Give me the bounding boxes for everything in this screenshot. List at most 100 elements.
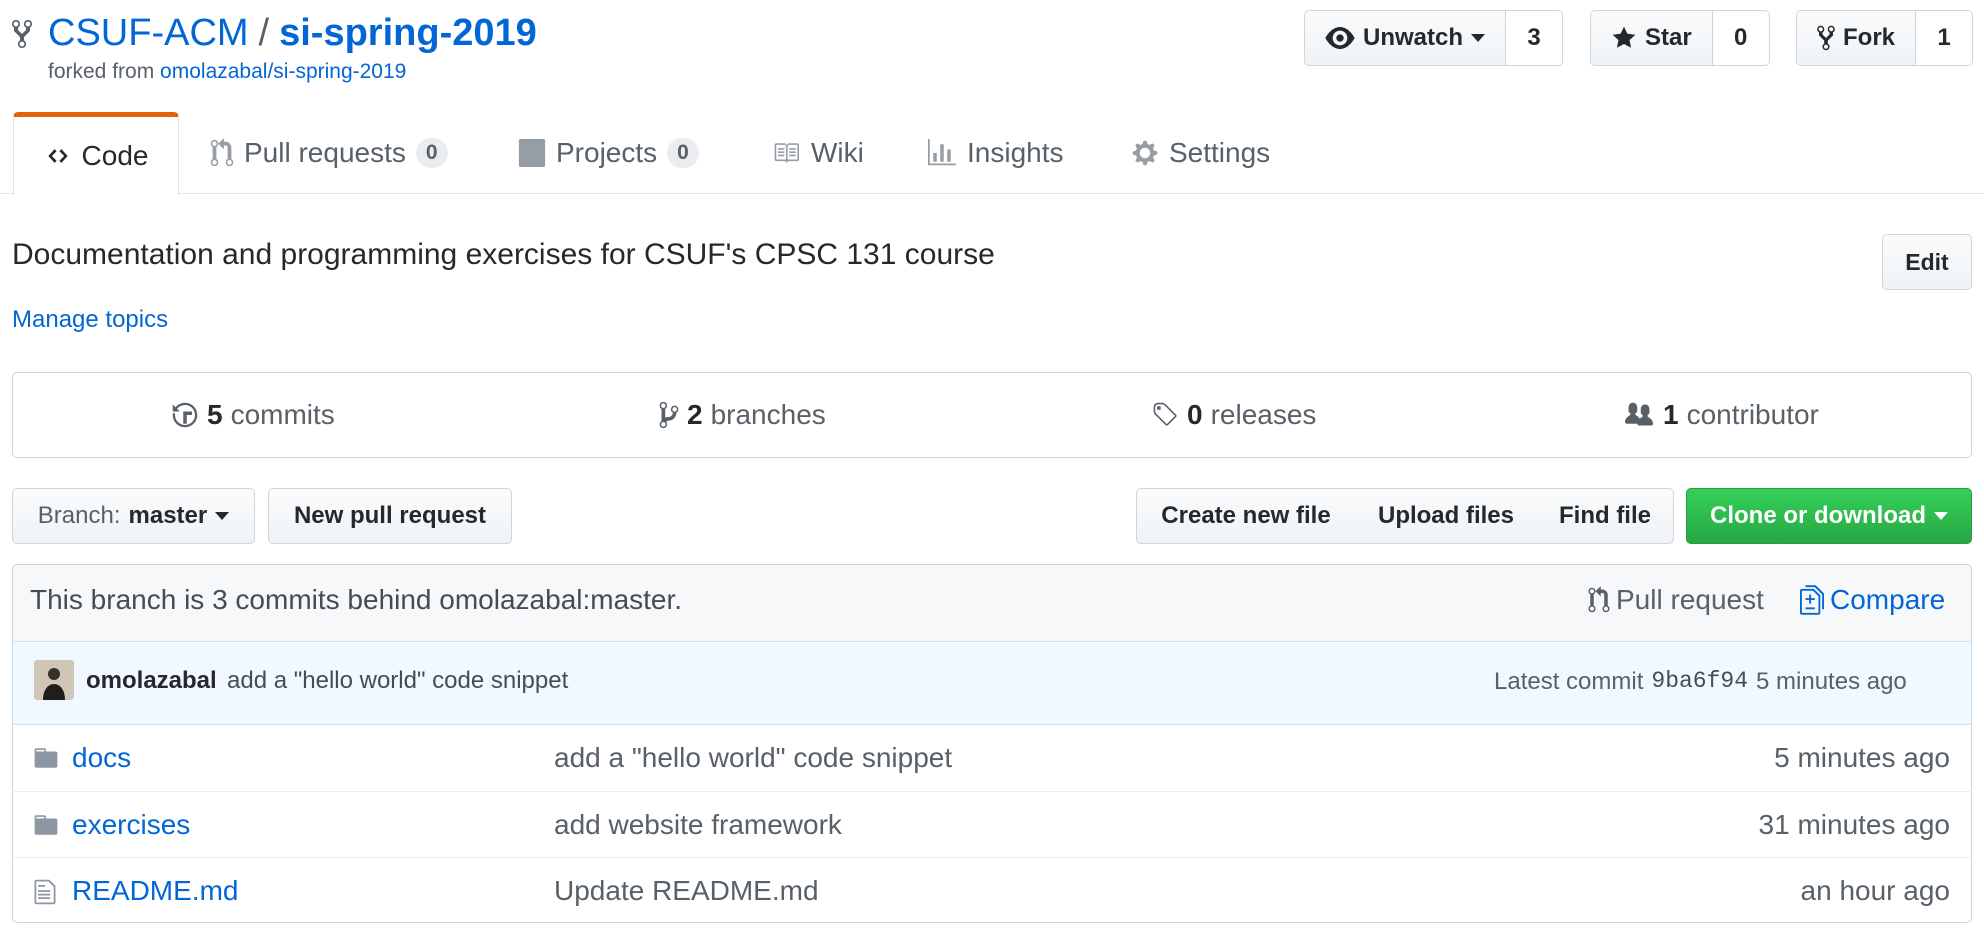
compare-link[interactable]: Compare xyxy=(1800,584,1945,616)
commit-message[interactable]: add a "hello world" code snippet xyxy=(227,667,568,695)
pull-requests-counter: 0 xyxy=(415,138,448,168)
branches-label: branches xyxy=(710,399,826,430)
fork-button[interactable]: Fork xyxy=(1797,11,1917,65)
file-age: 31 minutes ago xyxy=(1758,809,1950,840)
tab-pull-requests[interactable]: Pull requests 0 xyxy=(210,112,448,194)
forks-count[interactable]: 1 xyxy=(1916,11,1973,65)
pull-request-icon xyxy=(210,138,234,167)
book-icon xyxy=(774,143,799,163)
repo-description: Documentation and programming exercises … xyxy=(12,238,995,271)
file-row: README.md Update README.md an hour ago xyxy=(12,857,1972,923)
tab-settings[interactable]: Settings xyxy=(1131,112,1270,194)
forked-prefix: forked from xyxy=(48,60,155,83)
repo-title: CSUF-ACM / si-spring-2019 xyxy=(12,12,537,55)
file-icon xyxy=(34,879,56,905)
file-commit-message[interactable]: add website framework xyxy=(554,809,842,841)
unwatch-label: Unwatch xyxy=(1363,24,1464,51)
star-button[interactable]: Star xyxy=(1591,11,1713,65)
unwatch-button[interactable]: Unwatch xyxy=(1305,11,1507,65)
tab-wiki[interactable]: Wiki xyxy=(771,112,864,194)
watchers-count[interactable]: 3 xyxy=(1506,11,1563,65)
branch-select[interactable]: Branch: master xyxy=(12,488,255,544)
tab-projects-label: Projects xyxy=(556,137,658,168)
branches-summary[interactable]: 2 branches xyxy=(659,373,826,457)
caret-down-icon xyxy=(215,512,230,520)
latest-commit-info: Latest commit 9ba6f94 5 minutes ago xyxy=(1494,668,1907,696)
file-row: docs add a "hello world" code snippet 5 … xyxy=(12,725,1972,791)
new-pull-request-button[interactable]: New pull request xyxy=(268,488,512,544)
eye-icon xyxy=(1325,27,1355,49)
numbers-summary: 5 commits 2 branches 0 releases 1 contri… xyxy=(12,372,1972,458)
contributors-count: 1 xyxy=(1663,399,1679,430)
star-group: Star 0 xyxy=(1590,10,1770,66)
tab-insights-label: Insights xyxy=(967,137,1064,168)
latest-commit-age: 5 minutes ago xyxy=(1756,668,1907,695)
forked-from: forked from omolazabal/si-spring-2019 xyxy=(48,60,406,84)
commits-summary[interactable]: 5 commits xyxy=(171,373,335,457)
repo-forked-icon xyxy=(12,19,32,48)
forked-source-link[interactable]: omolazabal/si-spring-2019 xyxy=(160,60,406,83)
history-icon xyxy=(172,402,198,428)
gear-icon xyxy=(1132,140,1158,166)
tab-code-label: Code xyxy=(81,140,149,171)
commit-author[interactable]: omolazabal xyxy=(86,667,217,695)
branch-prefix: Branch: xyxy=(37,502,121,529)
tab-code[interactable]: Code xyxy=(13,112,179,195)
avatar[interactable] xyxy=(34,660,74,700)
tab-pull-requests-label: Pull requests xyxy=(244,137,406,168)
repo-name-link[interactable]: si-spring-2019 xyxy=(279,12,537,55)
project-icon xyxy=(518,139,546,167)
releases-label: releases xyxy=(1210,399,1317,430)
pull-request-link[interactable]: Pull request xyxy=(1588,584,1764,616)
releases-count: 0 xyxy=(1187,399,1203,430)
folder-icon xyxy=(34,815,58,835)
upload-files-button[interactable]: Upload files xyxy=(1355,488,1538,544)
branch-name: master xyxy=(128,502,208,529)
branch-icon xyxy=(659,401,679,429)
clone-or-download-button[interactable]: Clone or download xyxy=(1686,488,1972,544)
compare-link-label: Compare xyxy=(1830,584,1946,615)
tag-icon xyxy=(1153,402,1177,426)
clone-label: Clone or download xyxy=(1710,502,1926,529)
file-commit-message[interactable]: add a "hello world" code snippet xyxy=(554,742,952,774)
graph-icon xyxy=(928,139,956,166)
code-icon xyxy=(47,149,68,163)
branch-behind-text: This branch is 3 commits behind omolazab… xyxy=(30,584,683,615)
star-label: Star xyxy=(1645,24,1692,51)
commits-label: commits xyxy=(230,399,335,430)
diff-icon xyxy=(1800,585,1824,615)
contributors-label: contributor xyxy=(1686,399,1819,430)
commits-count: 5 xyxy=(207,399,223,430)
commit-sha-link[interactable]: 9ba6f94 xyxy=(1651,668,1748,696)
find-file-button[interactable]: Find file xyxy=(1537,488,1674,544)
watch-group: Unwatch 3 xyxy=(1304,10,1564,66)
fork-icon xyxy=(1817,25,1835,51)
star-icon xyxy=(1612,26,1636,48)
tab-insights[interactable]: Insights xyxy=(927,112,1064,194)
file-name-link[interactable]: docs xyxy=(72,742,131,774)
repo-tabs: Code Pull requests 0 Projects 0 Wiki Ins… xyxy=(0,112,1984,195)
projects-counter: 0 xyxy=(667,138,699,168)
repo-separator: / xyxy=(258,12,270,54)
file-name-link[interactable]: exercises xyxy=(72,809,190,841)
releases-summary[interactable]: 0 releases xyxy=(1151,373,1316,457)
folder-icon xyxy=(34,748,58,768)
repo-owner-link[interactable]: CSUF-ACM xyxy=(48,12,249,55)
contributors-summary[interactable]: 1 contributor xyxy=(1623,373,1819,457)
fork-group: Fork 1 xyxy=(1796,10,1974,66)
stars-count[interactable]: 0 xyxy=(1712,11,1769,65)
avatar-person-icon xyxy=(34,660,74,700)
edit-description-button[interactable]: Edit xyxy=(1882,234,1972,290)
file-name-link[interactable]: README.md xyxy=(72,875,238,907)
file-commit-message[interactable]: Update README.md xyxy=(554,875,819,907)
tab-projects[interactable]: Projects 0 xyxy=(518,112,699,194)
manage-topics-link[interactable]: Manage topics xyxy=(12,306,168,334)
tab-settings-label: Settings xyxy=(1169,137,1271,168)
pull-request-icon xyxy=(1588,586,1610,613)
file-row: exercises add website framework 31 minut… xyxy=(12,791,1972,857)
file-age: an hour ago xyxy=(1800,875,1950,906)
pull-request-link-label: Pull request xyxy=(1616,584,1764,615)
create-new-file-button[interactable]: Create new file xyxy=(1136,488,1356,544)
file-age: 5 minutes ago xyxy=(1774,742,1950,773)
tab-wiki-label: Wiki xyxy=(811,137,864,168)
